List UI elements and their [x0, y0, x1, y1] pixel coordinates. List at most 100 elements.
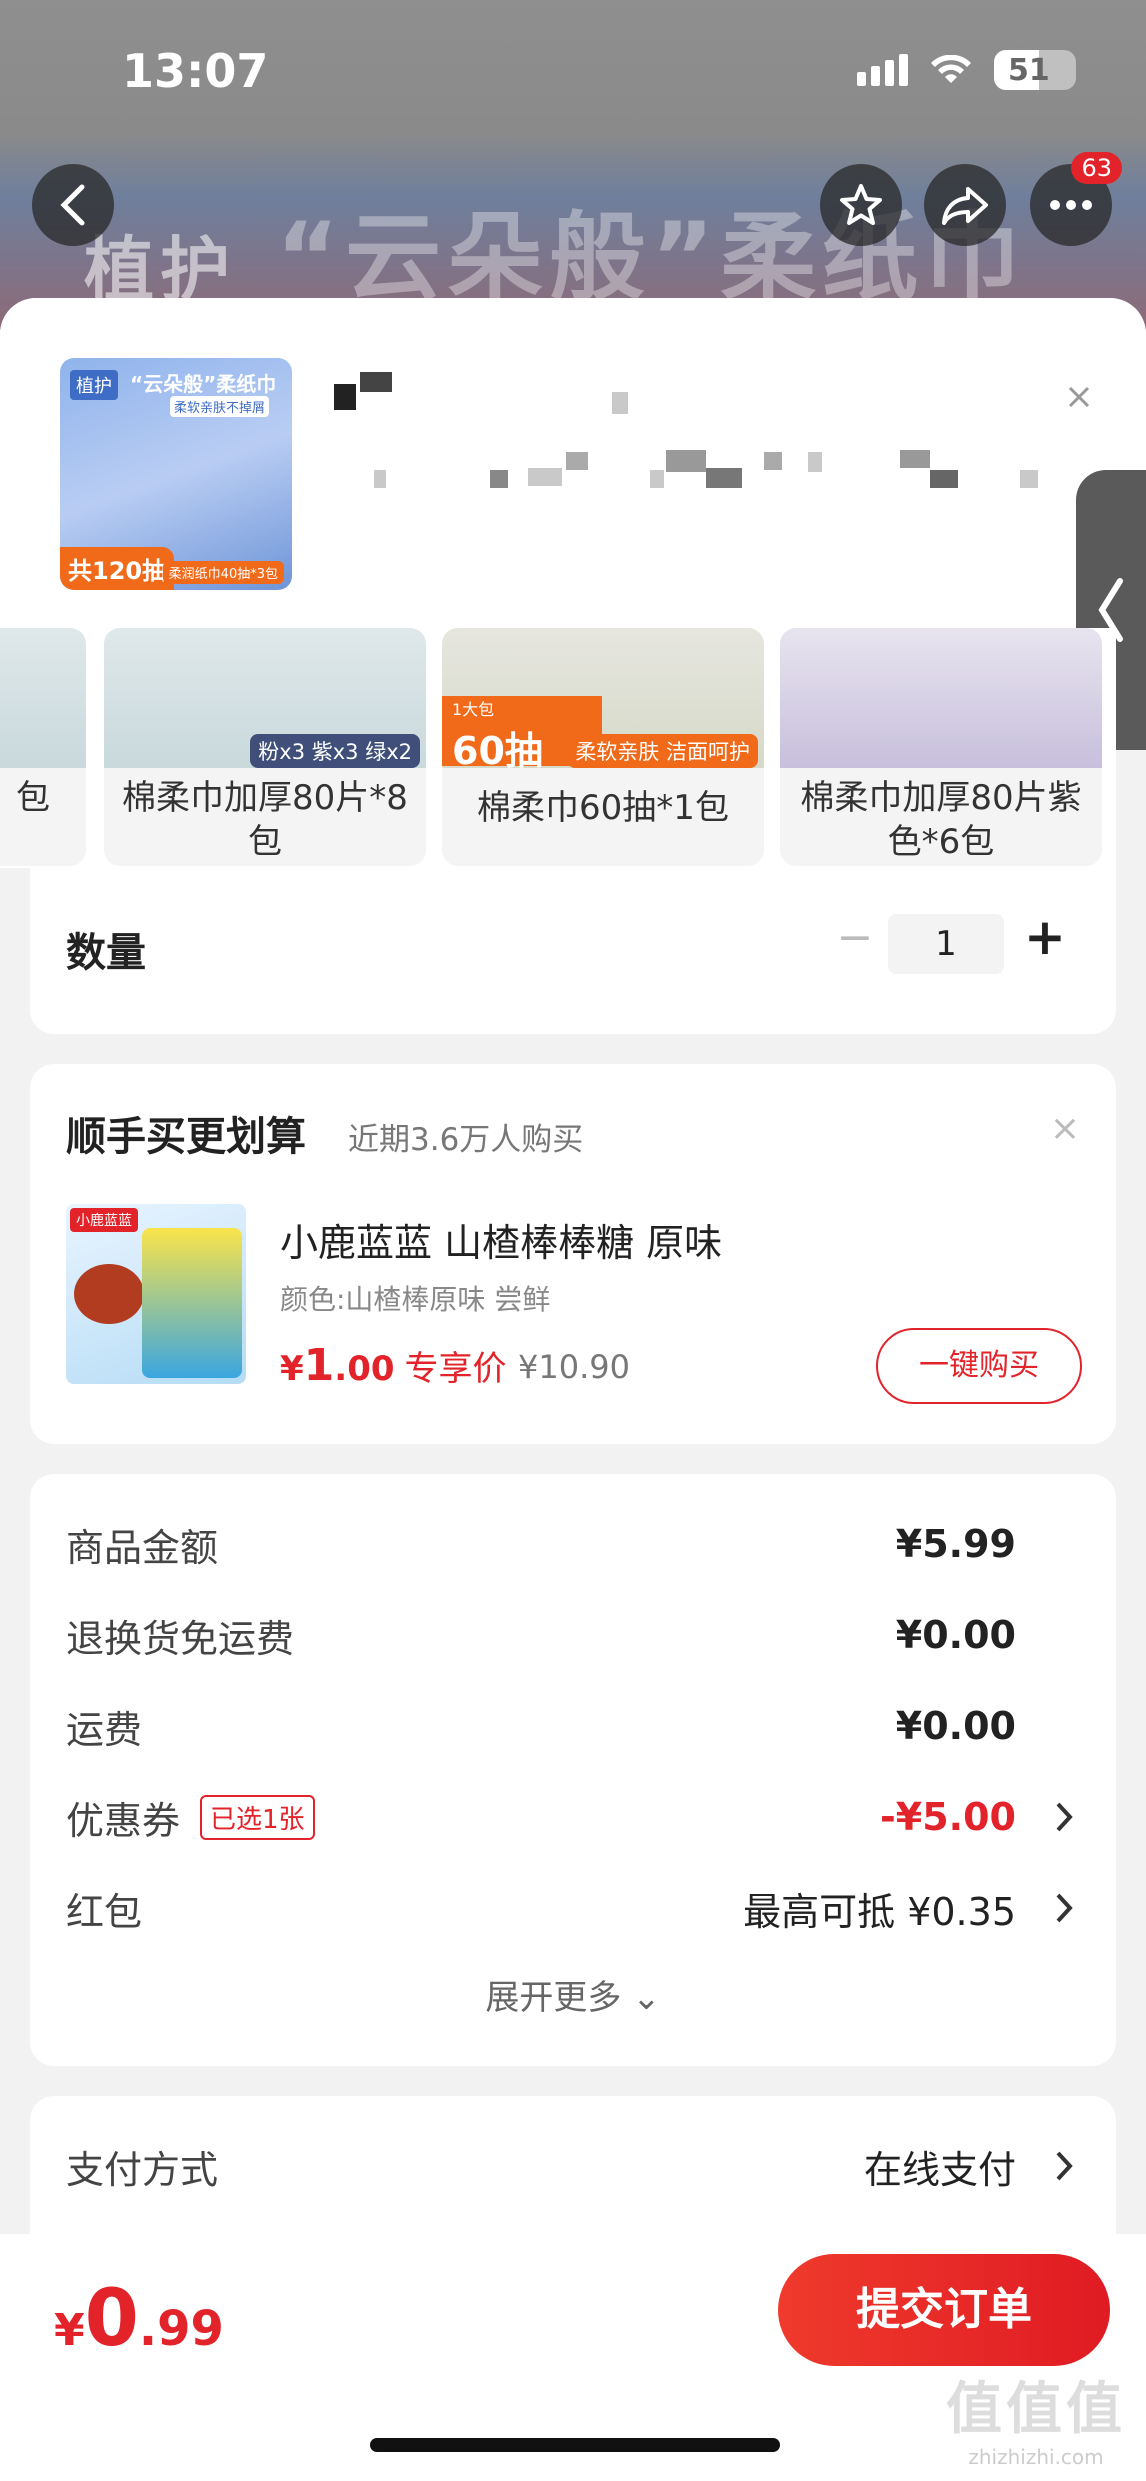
row-value: ¥0.00	[895, 1704, 1016, 1748]
upsell-brand-logo: 小鹿蓝蓝	[70, 1208, 138, 1232]
redacted-block	[650, 470, 664, 488]
badge-small: 1大包	[452, 700, 495, 719]
breakdown-row: 商品金额 ¥5.99	[66, 1514, 1080, 1574]
star-icon	[840, 184, 882, 225]
quantity-card: 数量 − 1 +	[30, 868, 1116, 1034]
row-label: 支付方式	[66, 2147, 219, 2192]
price-int: 1	[303, 1340, 335, 1391]
redacted-block	[900, 450, 930, 468]
status-time: 13:07	[122, 44, 269, 98]
chevron-right-icon	[1056, 2151, 1073, 2181]
increment-button[interactable]: +	[1020, 908, 1070, 966]
row-value: 在线支付	[863, 2147, 1016, 2192]
upsell-product-image[interactable]: 小鹿蓝蓝	[66, 1204, 246, 1384]
total-int: 0	[84, 2274, 139, 2364]
variant-option[interactable]: 1大包 60抽 柔软亲肤 洁面呵护 棉柔巾60抽*1包	[442, 628, 764, 866]
variant-option[interactable]: 棉柔巾加厚80片紫色*6包	[780, 628, 1102, 866]
variant-image	[0, 628, 86, 768]
row-label: 商品金额	[66, 1525, 219, 1570]
chevron-left-icon	[60, 184, 85, 226]
redacted-block	[528, 468, 562, 486]
watermark-logo: 值值值	[946, 2377, 1126, 2442]
variant-label: 棉柔巾加厚80片*8包	[122, 778, 408, 862]
share-button[interactable]	[924, 164, 1006, 246]
favorite-button[interactable]	[820, 164, 902, 246]
close-sheet-icon[interactable]	[1064, 382, 1094, 412]
red-packet-row[interactable]: 红包 最高可抵 ¥0.35	[66, 1878, 1080, 1938]
thumb-tag: 柔润纸巾40抽*3包	[162, 561, 284, 584]
upsell-close-button[interactable]: ×	[1050, 1108, 1080, 1149]
chevron-right-icon	[1056, 1802, 1073, 1832]
row-value: -¥5.00	[880, 1795, 1016, 1839]
price-breakdown: 商品金额 ¥5.99 退换货免运费 ¥0.00 运费 ¥0.00 优惠券 已选1…	[30, 1474, 1116, 2066]
thumb-brand: 植护	[70, 370, 118, 400]
back-button[interactable]	[32, 164, 114, 246]
candy-image	[74, 1264, 144, 1324]
share-icon	[942, 187, 988, 225]
coupon-chip: 已选1张	[200, 1794, 315, 1840]
variant-label: 棉柔巾60抽*1包	[477, 788, 729, 828]
redacted-block	[612, 392, 628, 414]
redacted-block	[930, 470, 958, 488]
watermark: 值值值 zhizhizhi.com	[946, 2364, 1126, 2469]
redacted-block	[808, 452, 822, 472]
redacted-block	[360, 372, 392, 392]
expand-more-button[interactable]: 展开更多 ⌄	[30, 1970, 1116, 2019]
thumb-subtitle: 柔软亲肤不掉屑	[170, 396, 270, 417]
watermark-url: zhizhizhi.com	[968, 2445, 1104, 2469]
notification-badge: 63	[1071, 152, 1122, 184]
upsell-original-price: ¥10.90	[518, 1348, 630, 1386]
submit-order-button[interactable]: 提交订单	[778, 2254, 1110, 2366]
price-tag: 专享价	[404, 1349, 507, 1389]
variant-image	[780, 628, 1102, 768]
coupon-row[interactable]: 优惠券 已选1张 -¥5.00	[66, 1787, 1080, 1847]
upsell-subtitle: 近期3.6万人购买	[348, 1122, 584, 1158]
status-icons: 51	[857, 50, 1076, 90]
upsell-card: 顺手买更划算 近期3.6万人购买 × 小鹿蓝蓝 小鹿蓝蓝 山楂棒棒糖 原味 颜色…	[30, 1064, 1116, 1444]
quantity-label: 数量	[66, 930, 146, 976]
redacted-block	[566, 452, 588, 470]
breakdown-row: 运费 ¥0.00	[66, 1696, 1080, 1756]
thumb-count: 共120抽	[60, 547, 175, 590]
redacted-block	[1020, 470, 1038, 488]
redacted-block	[374, 470, 386, 488]
row-label: 运费	[66, 1707, 143, 1752]
checkout-bar: ¥0.99 提交订单 值值值 zhizhizhi.com	[0, 2234, 1146, 2481]
breakdown-row: 退换货免运费 ¥0.00	[66, 1605, 1080, 1665]
battery-level: 51	[1008, 52, 1050, 88]
variant-list: 包 粉x3 紫x3 绿x2 棉柔巾加厚80片*8包 1大包 60抽 柔软亲肤 洁面…	[0, 628, 1116, 868]
sku-thumbnail[interactable]: 植护 “云朵般”柔纸巾 柔软亲肤不掉屑 共120抽 柔润纸巾40抽*3包	[60, 358, 292, 590]
total-price: ¥0.99	[54, 2274, 224, 2364]
variant-option[interactable]: 包	[0, 628, 86, 866]
row-label: 优惠券	[66, 1798, 181, 1843]
total-dec: .99	[138, 2301, 224, 2357]
redacted-symbol	[334, 384, 356, 410]
row-value: 最高可抵 ¥0.35	[743, 1889, 1016, 1934]
redacted-block	[490, 470, 508, 488]
upsell-product-name[interactable]: 小鹿蓝蓝 山楂棒棒糖 原味	[280, 1212, 722, 1267]
buy-now-button[interactable]: 一键购买	[876, 1328, 1082, 1404]
variant-label: 棉柔巾加厚80片紫色*6包	[800, 778, 1082, 862]
redacted-block	[666, 450, 706, 472]
price-symbol: ¥	[280, 1349, 304, 1389]
wifi-icon	[931, 55, 971, 83]
decrement-button[interactable]: −	[830, 912, 880, 963]
more-button[interactable]: 63	[1030, 152, 1122, 246]
signal-icon	[857, 54, 908, 86]
quantity-input[interactable]: 1	[888, 914, 1004, 974]
badge-main: 60抽	[452, 729, 543, 773]
upsell-product-spec: 颜色:山楂棒原味 尝鲜	[280, 1283, 551, 1316]
upsell-price: ¥1.00 专享价	[280, 1340, 507, 1391]
redacted-block	[764, 452, 782, 470]
row-label: 红包	[66, 1889, 143, 1934]
pack-image	[142, 1228, 242, 1378]
upsell-title: 顺手买更划算	[66, 1114, 306, 1160]
battery-icon: 51	[994, 50, 1076, 90]
payment-method-row[interactable]: 支付方式 在线支付	[66, 2136, 1080, 2196]
home-indicator[interactable]	[370, 2438, 780, 2452]
variant-chip: 柔软亲肤 洁面呵护	[567, 734, 758, 768]
row-value: ¥0.00	[895, 1613, 1016, 1657]
variant-option[interactable]: 粉x3 紫x3 绿x2 棉柔巾加厚80片*8包	[104, 628, 426, 866]
thumb-title: “云朵般”柔纸巾	[130, 372, 277, 396]
price-dec: .00	[334, 1349, 395, 1389]
